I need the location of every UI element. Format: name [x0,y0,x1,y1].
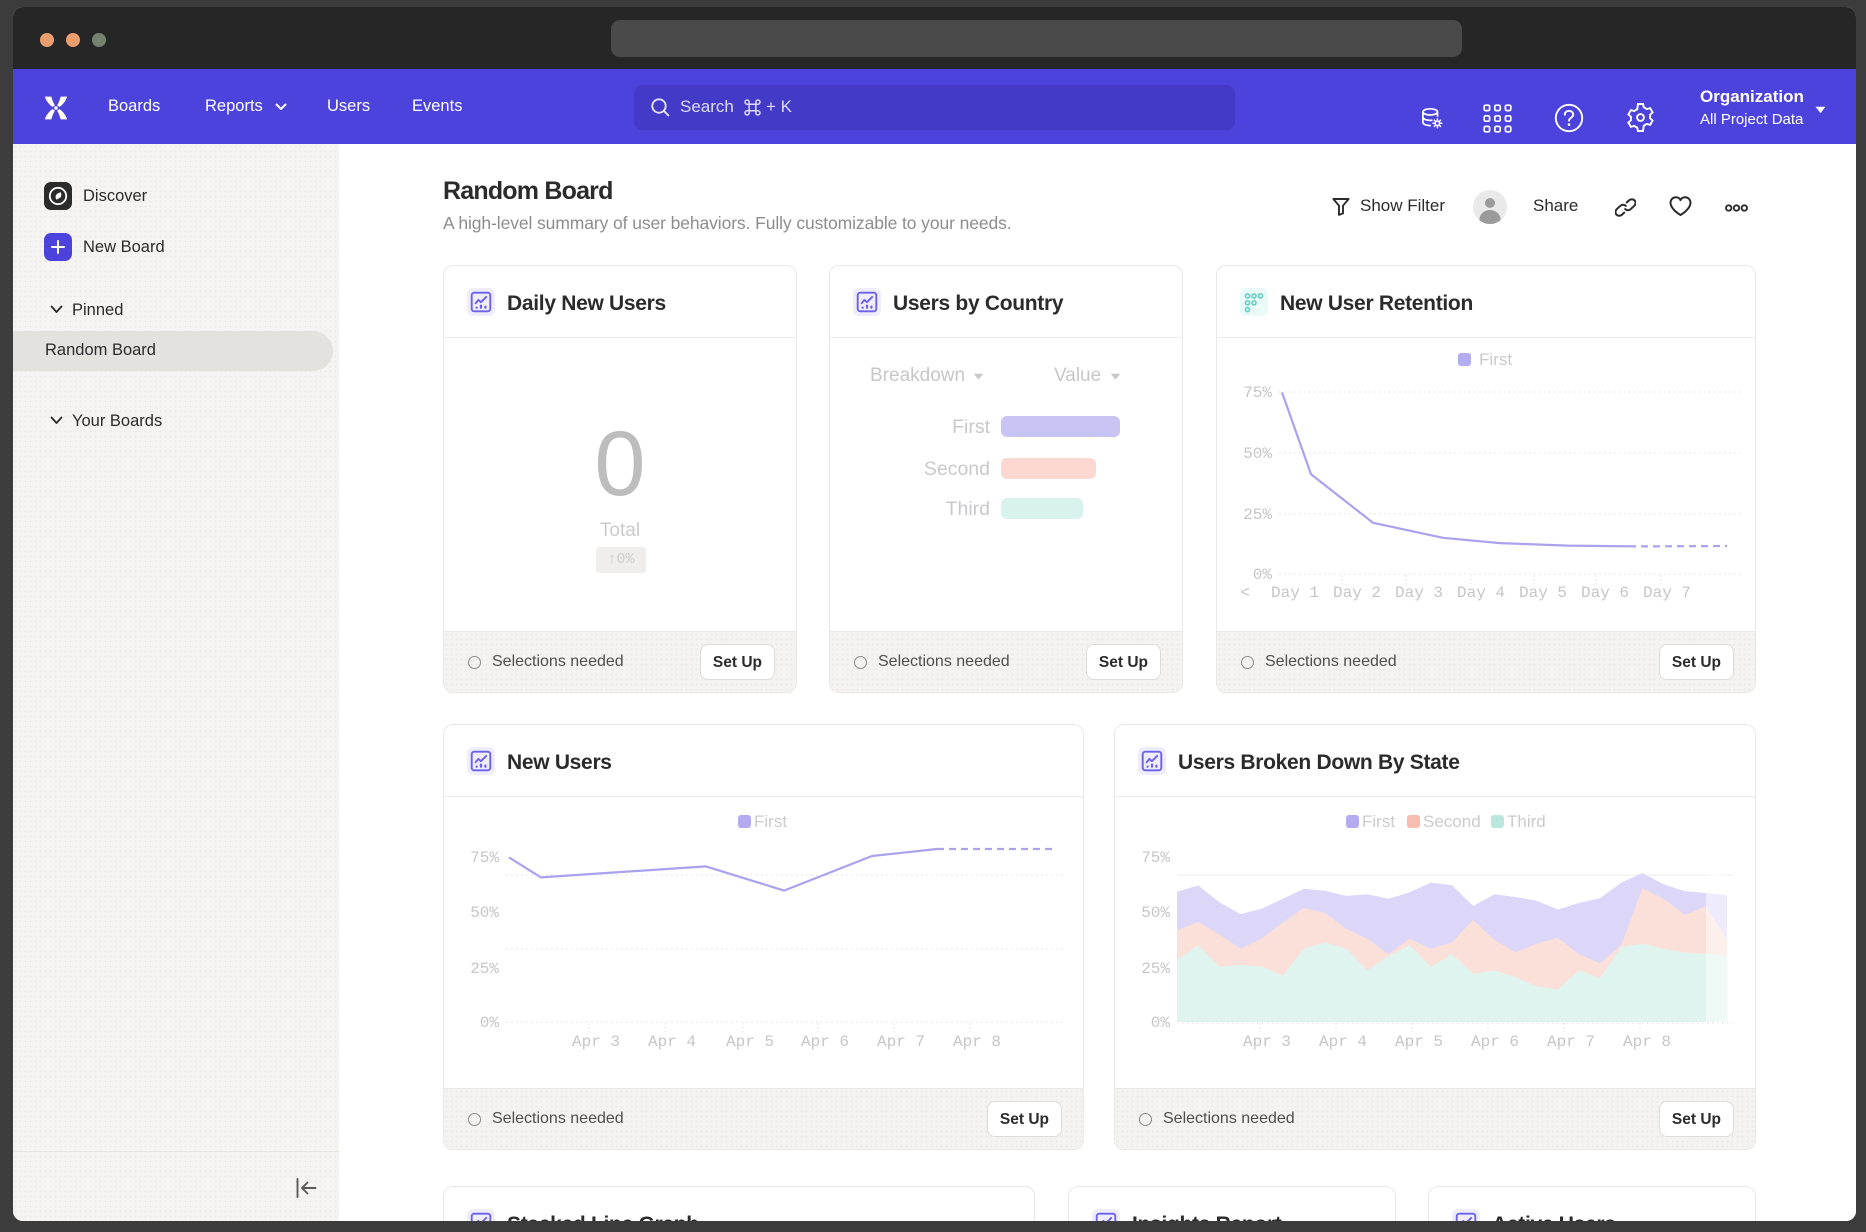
svg-text:50%: 50% [470,904,499,922]
svg-text:25%: 25% [470,960,499,978]
svg-text:75%: 75% [470,849,499,867]
svg-text:Day 6: Day 6 [1581,584,1629,602]
svg-text:Day 2: Day 2 [1333,584,1381,602]
svg-text:Apr 3: Apr 3 [1243,1033,1291,1051]
svg-text:<: < [1240,584,1250,602]
svg-text:0%: 0% [1151,1014,1171,1032]
svg-text:Apr 4: Apr 4 [1319,1033,1367,1051]
svg-text:Apr 4: Apr 4 [648,1033,696,1051]
svg-text:Day 5: Day 5 [1519,584,1567,602]
svg-text:50%: 50% [1141,904,1170,922]
svg-text:Apr 7: Apr 7 [1547,1033,1595,1051]
svg-text:0%: 0% [1253,566,1273,584]
svg-text:75%: 75% [1243,384,1272,402]
svg-text:25%: 25% [1243,506,1272,524]
svg-text:Day 1: Day 1 [1271,584,1319,602]
svg-text:Apr 6: Apr 6 [1471,1033,1519,1051]
svg-text:Apr 5: Apr 5 [1395,1033,1443,1051]
svg-text:25%: 25% [1141,960,1170,978]
svg-text:Apr 6: Apr 6 [801,1033,849,1051]
svg-text:0%: 0% [480,1014,500,1032]
svg-text:Apr 3: Apr 3 [572,1033,620,1051]
svg-text:Apr 5: Apr 5 [726,1033,774,1051]
svg-text:Day 7: Day 7 [1643,584,1691,602]
svg-text:75%: 75% [1141,849,1170,867]
svg-text:Apr 7: Apr 7 [877,1033,925,1051]
svg-text:Day 3: Day 3 [1395,584,1443,602]
svg-text:Day 4: Day 4 [1457,584,1505,602]
svg-text:Apr 8: Apr 8 [953,1033,1001,1051]
svg-text:Apr 8: Apr 8 [1623,1033,1671,1051]
svg-text:50%: 50% [1243,445,1272,463]
